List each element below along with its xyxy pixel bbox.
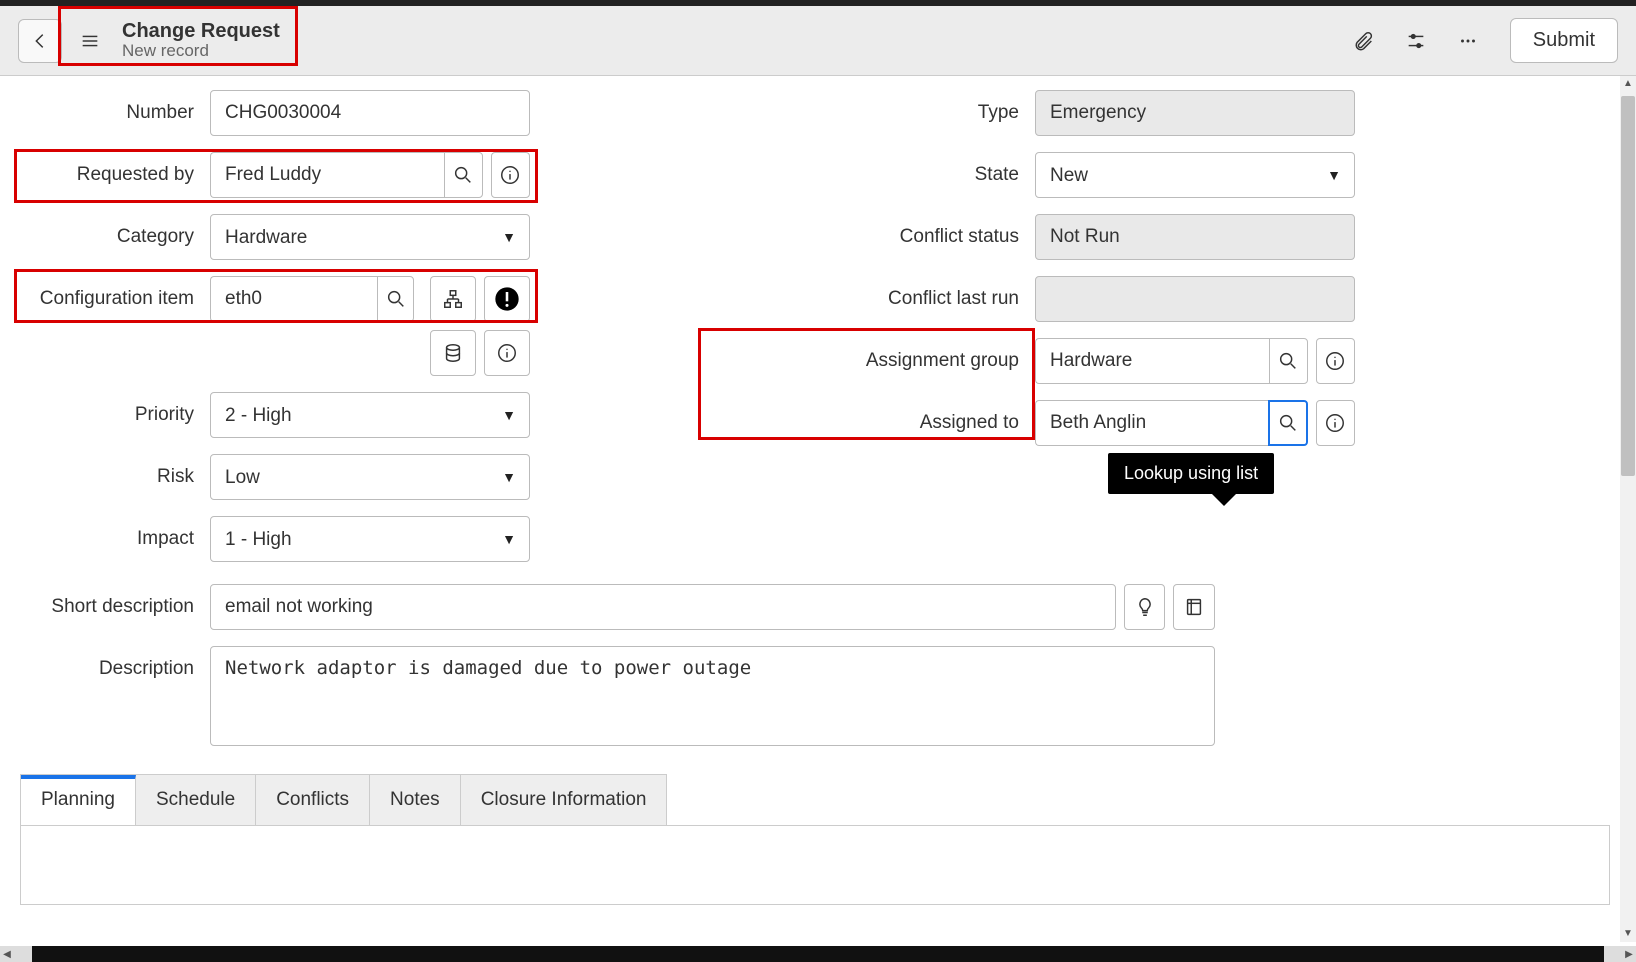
suggestion-button[interactable] xyxy=(1124,584,1166,630)
hamburger-icon xyxy=(79,30,101,52)
tab-conflicts[interactable]: Conflicts xyxy=(256,775,370,825)
state-select[interactable]: New xyxy=(1035,152,1355,198)
paperclip-icon xyxy=(1353,30,1375,52)
conflict-last-run-field xyxy=(1035,276,1355,322)
description-label: Description xyxy=(20,646,210,680)
priority-label: Priority xyxy=(20,404,210,426)
form-tabs: Planning Schedule Conflicts Notes Closur… xyxy=(20,774,667,825)
lightbulb-icon xyxy=(1134,596,1156,618)
assigned-to-lookup-button[interactable] xyxy=(1268,400,1307,446)
form-body: Number Requested by xyxy=(0,76,1620,942)
scrollbar[interactable]: ▲ ▼ xyxy=(1620,76,1636,942)
hierarchy-icon xyxy=(442,288,464,310)
number-field[interactable] xyxy=(210,90,530,136)
search-icon xyxy=(1277,350,1299,372)
tooltip: Lookup using list xyxy=(1108,453,1274,494)
ci-dependency-button[interactable] xyxy=(430,276,476,322)
conflict-status-label: Conflict status xyxy=(845,226,1035,248)
assigned-to-label: Assigned to xyxy=(845,412,1035,434)
ci-label: Configuration item xyxy=(20,276,210,310)
description-field[interactable] xyxy=(210,646,1215,746)
number-label: Number xyxy=(20,102,210,124)
tab-content xyxy=(20,825,1610,905)
alert-icon xyxy=(493,285,521,313)
ellipsis-icon xyxy=(1457,30,1479,52)
back-button[interactable] xyxy=(18,19,62,63)
submit-button[interactable]: Submit xyxy=(1510,18,1618,63)
scroll-up-icon[interactable]: ▲ xyxy=(1620,76,1636,92)
info-icon xyxy=(496,342,518,364)
category-select[interactable]: Hardware xyxy=(210,214,530,260)
tab-closure[interactable]: Closure Information xyxy=(461,775,667,825)
requested-by-label: Requested by xyxy=(20,164,210,186)
scroll-left-icon[interactable]: ◀ xyxy=(0,949,14,960)
assigned-to-info-button[interactable] xyxy=(1316,400,1355,446)
conflict-last-run-label: Conflict last run xyxy=(845,288,1035,310)
tab-planning[interactable]: Planning xyxy=(21,775,136,825)
ci-db-button[interactable] xyxy=(430,330,476,376)
risk-label: Risk xyxy=(20,466,210,488)
search-icon xyxy=(385,288,407,310)
knowledge-button[interactable] xyxy=(1173,584,1215,630)
impact-select[interactable]: 1 - High xyxy=(210,516,530,562)
scroll-down-icon[interactable]: ▼ xyxy=(1620,926,1636,942)
search-icon xyxy=(452,164,474,186)
state-label: State xyxy=(845,164,1035,186)
book-icon xyxy=(1183,596,1205,618)
more-actions-button[interactable] xyxy=(1448,19,1488,63)
info-icon xyxy=(499,164,521,186)
ci-alert-button[interactable] xyxy=(484,276,530,322)
ci-info-button[interactable] xyxy=(484,330,530,376)
short-description-label: Short description xyxy=(20,596,210,618)
form-title: Change Request xyxy=(122,20,280,43)
assigned-to-field[interactable] xyxy=(1035,400,1268,446)
short-description-field[interactable] xyxy=(210,584,1116,630)
tab-notes[interactable]: Notes xyxy=(370,775,461,825)
category-label: Category xyxy=(20,226,210,248)
requested-by-info-button[interactable] xyxy=(491,152,530,198)
taskbar: ◀ ▶ xyxy=(0,946,1636,962)
personalize-form-button[interactable] xyxy=(1396,19,1436,63)
scroll-thumb[interactable] xyxy=(1621,96,1635,476)
conflict-status-field: Not Run xyxy=(1035,214,1355,260)
chevron-left-icon xyxy=(29,30,51,52)
assignment-group-label: Assignment group xyxy=(845,350,1035,372)
form-subtitle: New record xyxy=(122,41,280,61)
attachments-button[interactable] xyxy=(1344,19,1384,63)
ci-field[interactable] xyxy=(210,276,377,322)
requested-by-field[interactable] xyxy=(210,152,444,198)
form-header: Change Request New record Submit xyxy=(0,6,1636,76)
requested-by-lookup-button[interactable] xyxy=(444,152,483,198)
info-icon xyxy=(1324,412,1346,434)
scroll-right-icon[interactable]: ▶ xyxy=(1622,949,1636,960)
database-icon xyxy=(442,342,464,364)
priority-select[interactable]: 2 - High xyxy=(210,392,530,438)
type-field: Emergency xyxy=(1035,90,1355,136)
assignment-group-field[interactable] xyxy=(1035,338,1269,384)
search-icon xyxy=(1277,412,1299,434)
ci-lookup-button[interactable] xyxy=(377,276,414,322)
assignment-group-info-button[interactable] xyxy=(1316,338,1355,384)
risk-select[interactable]: Low xyxy=(210,454,530,500)
info-icon xyxy=(1324,350,1346,372)
tab-schedule[interactable]: Schedule xyxy=(136,775,256,825)
sliders-icon xyxy=(1405,30,1427,52)
context-menu-button[interactable] xyxy=(70,19,110,63)
assignment-group-lookup-button[interactable] xyxy=(1269,338,1308,384)
impact-label: Impact xyxy=(20,528,210,550)
type-label: Type xyxy=(845,102,1035,124)
